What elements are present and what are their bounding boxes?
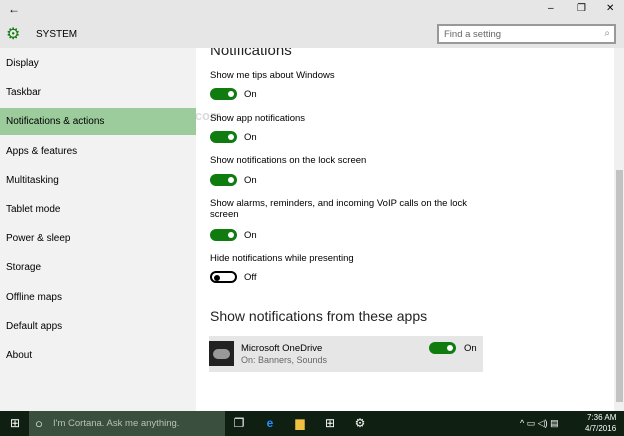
search-input[interactable]: Find a setting ⌕ [437, 24, 616, 44]
setting-label: Show notifications on the lock screen [210, 155, 367, 166]
sidebar-item[interactable]: Storage [0, 254, 196, 281]
back-button[interactable]: ← [8, 2, 20, 16]
restore-button[interactable]: ❐ [577, 3, 586, 14]
setting-toggle[interactable] [210, 229, 237, 241]
setting-toggle[interactable] [210, 174, 237, 186]
search-icon[interactable]: ⌕ [604, 28, 610, 39]
header: ⚙ SYSTEM Find a setting ⌕ [0, 20, 624, 48]
sidebar-item[interactable]: Offline maps [0, 284, 196, 311]
toggle-state: On [244, 89, 257, 100]
main-content: Notifications http://winaero.com Show me… [196, 48, 614, 411]
toggle-state: On [244, 132, 257, 143]
title-bar: ← – ❐ ✕ [0, 0, 624, 20]
toggle-state: On [244, 175, 257, 186]
sidebar-item[interactable]: Display [0, 50, 196, 77]
sidebar-item[interactable]: Multitasking [0, 167, 196, 194]
onedrive-toggle[interactable] [429, 342, 456, 354]
task-view-icon[interactable]: ❐ [228, 411, 250, 436]
setting-toggle[interactable] [210, 88, 237, 100]
app-detail: On: Banners, Sounds [241, 355, 328, 365]
sidebar-item[interactable]: Default apps [0, 313, 196, 340]
search-placeholder: Find a setting [444, 29, 502, 40]
sidebar-item[interactable]: About [0, 342, 196, 369]
cortana-search[interactable]: ○ I'm Cortana. Ask me anything. [29, 411, 225, 436]
sidebar-item[interactable]: Apps & features [0, 138, 196, 165]
close-button[interactable]: ✕ [606, 3, 614, 14]
page-title: SYSTEM [36, 29, 78, 40]
setting-toggle[interactable] [210, 271, 237, 283]
sidebar-item[interactable]: Tablet mode [0, 196, 196, 223]
sidebar-item[interactable]: Notifications & actions [0, 108, 196, 136]
toggle-state: On [464, 343, 477, 354]
clock-date[interactable]: 4/7/2016 [585, 424, 616, 433]
minimize-button[interactable]: – [548, 3, 554, 14]
setting-label: Show alarms, reminders, and incoming VoI… [210, 198, 467, 220]
section-heading: Notifications [210, 48, 292, 59]
start-button[interactable]: ⊞ [4, 411, 26, 436]
scrollbar-thumb[interactable] [616, 170, 623, 402]
app-row-onedrive[interactable]: Microsoft OneDrive On: Banners, Sounds O… [209, 336, 483, 372]
toggle-state: On [244, 230, 257, 241]
tray-icons[interactable]: ^ ▭ ◁) ▤ [520, 411, 580, 436]
setting-label: Hide notifications while presenting [210, 253, 354, 264]
store-icon[interactable]: ⊞ [319, 411, 341, 436]
app-name: Microsoft OneDrive [241, 343, 323, 354]
toggle-state: Off [244, 272, 257, 283]
edge-icon[interactable]: e [259, 411, 281, 436]
file-explorer-icon[interactable]: ▆ [289, 411, 311, 436]
settings-icon[interactable]: ⚙ [349, 411, 371, 436]
cortana-placeholder: I'm Cortana. Ask me anything. [53, 418, 180, 429]
cortana-icon: ○ [35, 416, 43, 431]
apps-heading: Show notifications from these apps [210, 308, 428, 324]
gear-icon: ⚙ [6, 26, 21, 43]
setting-toggle[interactable] [210, 131, 237, 143]
onedrive-icon [209, 341, 234, 366]
setting-label: Show app notifications [210, 113, 306, 124]
sidebar-item[interactable]: Power & sleep [0, 225, 196, 252]
sidebar-item[interactable]: Taskbar [0, 79, 196, 106]
setting-label: Show me tips about Windows [210, 70, 335, 81]
sidebar: Display Taskbar Notifications & actions App… [0, 48, 196, 411]
clock-time[interactable]: 7:36 AM [587, 413, 616, 422]
